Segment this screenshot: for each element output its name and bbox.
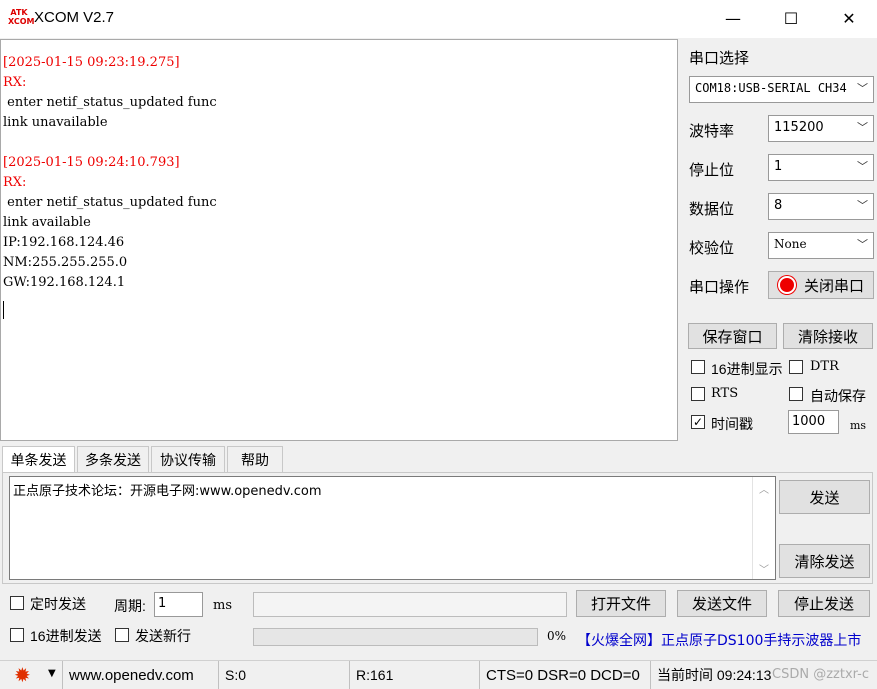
tab-single-send[interactable]: 单条发送 [2,446,75,473]
receive-line: [2025-01-15 09:23:19.275] [3,55,180,70]
chevron-down-icon: ﹀ [857,121,868,134]
website-link[interactable]: www.openedv.com [62,661,220,689]
stop-bits-select[interactable]: 1 ﹀ [768,154,874,181]
csdn-watermark: CSDN @zztxr-c [772,667,869,682]
hex-display-checkbox[interactable] [691,360,705,374]
receive-line: IP:192.168.124.46 [3,235,125,250]
tab-protocol-transfer[interactable]: 协议传输 [151,446,225,472]
receive-line: link unavailable [3,115,108,130]
file-path-field[interactable] [253,592,567,617]
send-text: 正点原子技术论坛：开源电子网:www.openedv.com [13,484,322,499]
baud-label: 波特率 [689,123,735,140]
send-file-button[interactable]: 发送文件 [677,590,767,617]
port-select-value: COM18:USB-SERIAL CH34 [695,81,847,95]
period-unit-label: ms [213,598,232,613]
checkmark-icon: ✓ [692,415,704,429]
minimize-button[interactable]: — [710,0,756,36]
receive-text-area[interactable]: [2025-01-15 09:23:19.275] RX: enter netif… [0,39,678,441]
ad-link[interactable]: 【火爆全网】正点原子DS100手持示波器上市 [577,630,861,650]
receive-line: link available [3,215,91,230]
auto-save-checkbox[interactable] [789,387,803,401]
send-progress-bar [253,628,538,646]
data-bits-label: 数据位 [689,201,735,218]
close-port-button[interactable]: 关闭串口 [768,271,874,299]
baud-select[interactable]: 115200 ﹀ [768,115,874,142]
timestamp-label: 时间戳 [711,416,753,432]
parity-value: None [774,237,807,251]
received-count: R:161 [349,661,479,689]
dtr-label: DTR [810,359,839,374]
receive-line: [2025-01-15 09:24:10.793] [3,155,180,170]
signal-status: CTS=0 DSR=0 DCD=0 [479,661,649,689]
send-text-area[interactable]: 正点原子技术论坛：开源电子网:www.openedv.com [9,476,776,580]
receive-line: enter netif_status_updated func [3,195,217,210]
tab-help[interactable]: 帮助 [227,446,283,472]
send-newline-label: 发送新行 [135,628,191,644]
data-bits-select[interactable]: 8 ﹀ [768,193,874,220]
rts-label: RTS [711,386,739,401]
receive-line: RX: [3,75,27,90]
chevron-down-icon: ﹀ [857,238,868,251]
chevron-down-icon: ﹀ [857,160,868,173]
sent-count: S:0 [218,661,348,689]
stop-bits-label: 停止位 [689,162,735,179]
clear-send-button[interactable]: 清除发送 [779,544,870,578]
timed-send-label: 定时发送 [30,596,86,612]
parity-label: 校验位 [689,240,735,257]
tab-multi-send[interactable]: 多条发送 [77,446,149,472]
scroll-up-icon[interactable]: ︿ [759,481,769,496]
save-window-button[interactable]: 保存窗口 [688,323,777,349]
text-caret [3,301,4,319]
interval-unit-label: ms [850,419,867,432]
receive-line: RX: [3,175,27,190]
clear-receive-button[interactable]: 清除接收 [783,323,873,349]
receive-line: enter netif_status_updated func [3,95,217,110]
timestamp-interval-input[interactable]: 1000 [788,410,839,434]
chevron-down-icon: ﹀ [857,199,868,212]
send-newline-checkbox[interactable] [115,628,129,642]
stop-send-button[interactable]: 停止发送 [778,590,870,617]
period-input[interactable]: 1 [154,592,203,617]
close-port-label: 关闭串口 [803,277,864,295]
current-time: 当前时间 09:24:13 [650,661,785,689]
period-label: 周期: [114,598,146,614]
baud-value: 115200 [774,120,824,135]
close-button[interactable]: ✕ [826,0,872,36]
dtr-checkbox[interactable] [789,360,803,374]
maximize-button[interactable]: ☐ [768,0,814,36]
port-operation-label: 串口操作 [689,279,750,296]
rts-checkbox[interactable] [691,387,705,401]
scroll-down-icon[interactable]: ﹀ [759,561,769,576]
chevron-down-icon: ﹀ [857,82,868,95]
parity-select[interactable]: None ﹀ [768,232,874,259]
xcom-app-icon: ATK XCOM [8,8,35,28]
send-button[interactable]: 发送 [779,480,870,514]
settings-gear-icon[interactable]: ✹ [14,665,31,685]
timestamp-checkbox[interactable]: ✓ [691,415,705,429]
stop-bits-value: 1 [774,159,783,174]
receive-line: GW:192.168.124.1 [3,275,126,290]
port-select-label: 串口选择 [689,50,750,67]
port-select[interactable]: COM18:USB-SERIAL CH34 ﹀ [689,76,874,103]
hex-display-label: 16进制显示 [711,361,783,377]
send-scrollbar[interactable]: ︿ ﹀ [752,477,775,579]
caret-down-icon[interactable]: ▼ [48,668,56,679]
open-file-button[interactable]: 打开文件 [576,590,666,617]
auto-save-label: 自动保存 [810,388,866,404]
hex-send-label: 16进制发送 [30,628,102,644]
data-bits-value: 8 [774,198,783,213]
timed-send-checkbox[interactable] [10,596,24,610]
receive-line: NM:255.255.255.0 [3,255,128,270]
receive-line [3,133,677,153]
hex-send-checkbox[interactable] [10,628,24,642]
port-status-led-icon [777,276,796,294]
window-title: XCOM V2.7 [34,9,115,26]
send-progress-text: 0% [547,629,567,643]
